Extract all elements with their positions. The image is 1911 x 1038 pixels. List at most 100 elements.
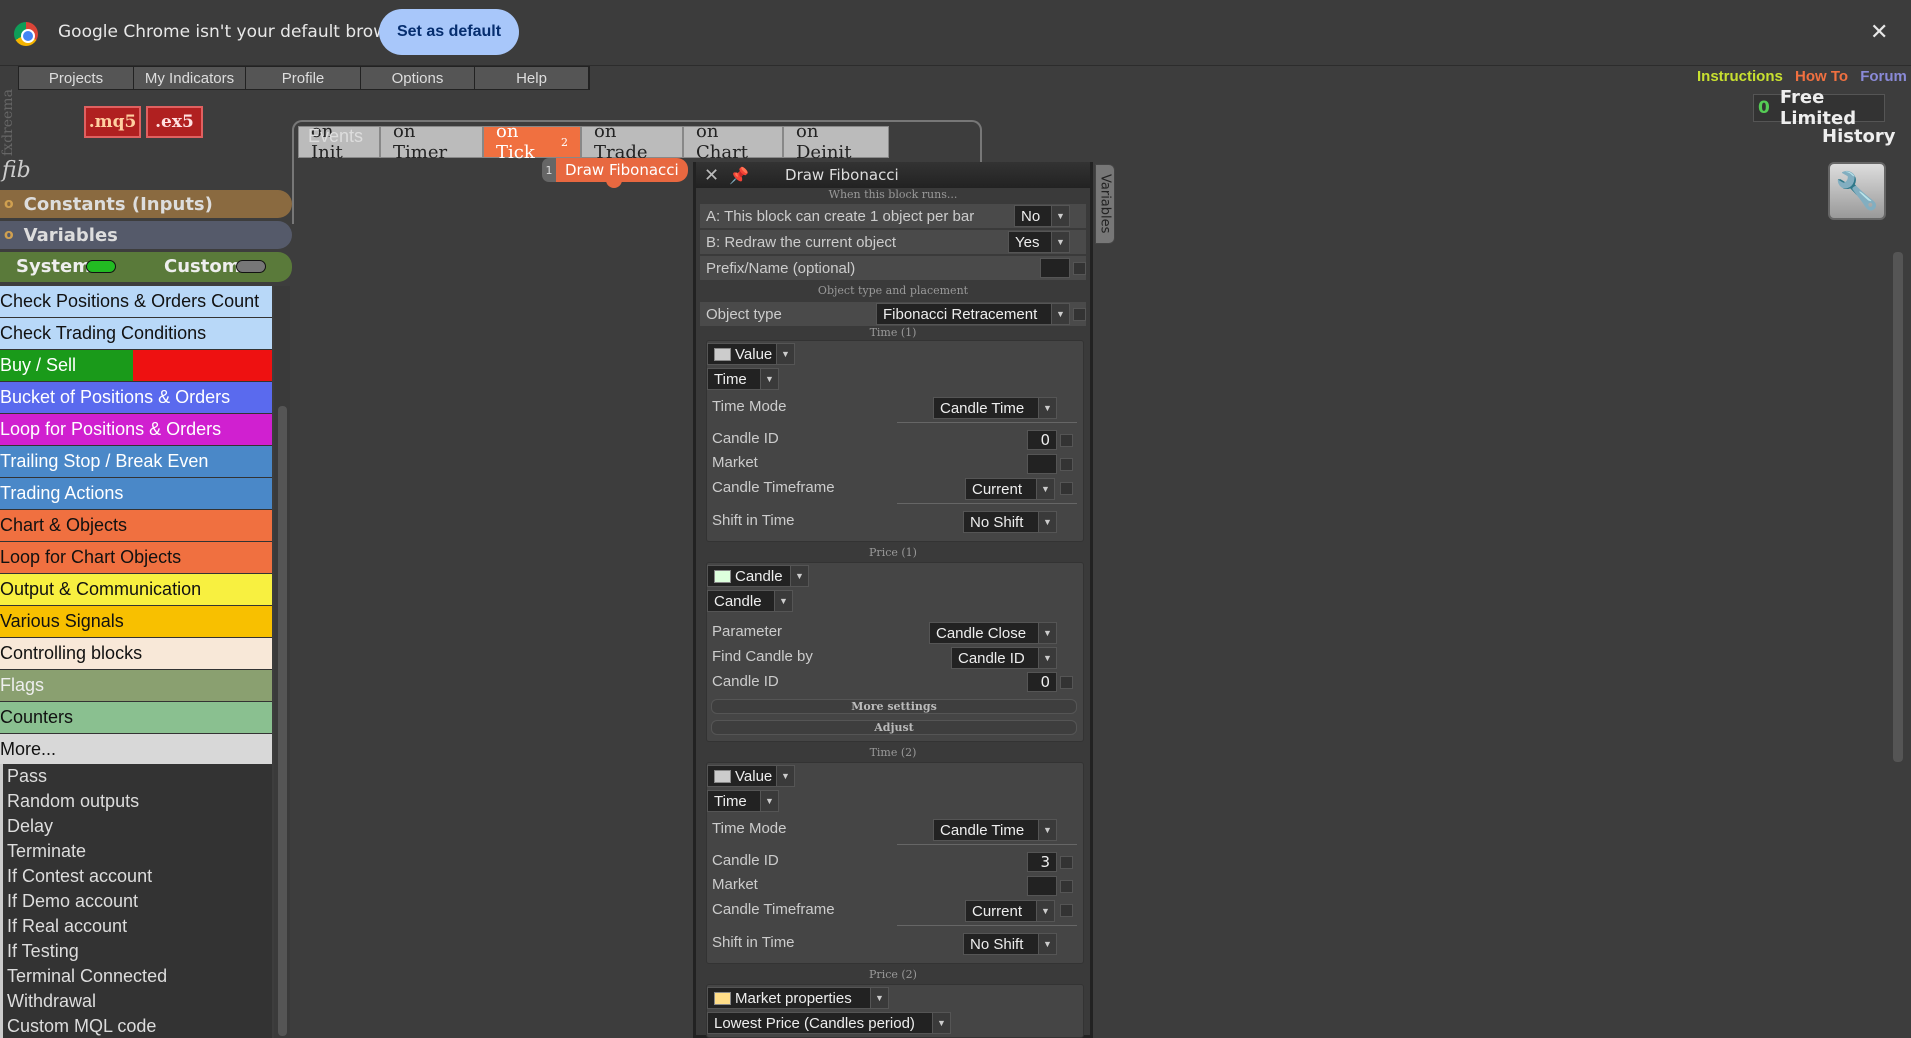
time-1-type-select[interactable]: Time ▼ xyxy=(707,368,779,390)
menu-my-indicators[interactable]: My Indicators xyxy=(134,67,246,89)
list-item[interactable]: If Testing xyxy=(7,939,272,964)
set-default-button[interactable]: Set as default xyxy=(379,9,519,55)
instructions-link[interactable]: Instructions xyxy=(1697,68,1783,85)
list-item[interactable]: If Contest account xyxy=(7,864,272,889)
time-1-market-checkbox[interactable] xyxy=(1060,458,1073,471)
time-2-type-select[interactable]: Time ▼ xyxy=(707,790,779,812)
category-item[interactable]: Controlling blocks xyxy=(0,638,272,670)
pin-icon[interactable]: 📌 xyxy=(729,166,749,185)
search-text[interactable]: fib xyxy=(2,158,31,183)
time-1-cid-checkbox[interactable] xyxy=(1060,434,1073,447)
custom-toggle[interactable] xyxy=(236,260,266,273)
list-item[interactable]: Terminal Connected xyxy=(7,964,272,989)
category-item[interactable]: Various Signals xyxy=(0,606,272,638)
system-custom-toggle: System Custom xyxy=(0,252,292,282)
menu-projects[interactable]: Projects xyxy=(19,67,134,89)
menu-help[interactable]: Help xyxy=(475,67,589,89)
menu-profile[interactable]: Profile xyxy=(246,67,361,89)
list-item[interactable]: If Real account xyxy=(7,914,272,939)
time-2-cid-input[interactable]: 3 xyxy=(1027,852,1057,872)
category-item[interactable]: Output & Communication xyxy=(0,574,272,606)
list-item[interactable]: Delay xyxy=(7,814,272,839)
option-a-select[interactable]: No ▼ xyxy=(1014,205,1070,227)
list-item[interactable]: If Demo account xyxy=(7,889,272,914)
menu-options[interactable]: Options xyxy=(361,67,475,89)
time-2-shift-select[interactable]: No Shift ▼ xyxy=(963,933,1057,955)
category-item[interactable]: Flags xyxy=(0,670,272,702)
wrench-icon[interactable]: 🔧 xyxy=(1828,162,1886,220)
scrollbar-thumb[interactable] xyxy=(1893,252,1903,762)
category-item[interactable]: More... xyxy=(0,734,272,766)
export-ex5-button[interactable]: .ex5 xyxy=(146,106,203,138)
candle-icon xyxy=(714,569,731,583)
variables-tab[interactable]: Variables xyxy=(1095,164,1115,244)
sidebar-scrollbar[interactable] xyxy=(274,286,290,1038)
events-label: Events xyxy=(308,126,364,146)
history-button[interactable]: History xyxy=(1822,126,1896,147)
plan-badge[interactable]: 0 Free Limited xyxy=(1753,87,1885,129)
tab-on-trade[interactable]: on Trade xyxy=(581,121,683,163)
close-icon[interactable]: ✕ xyxy=(1870,20,1888,45)
system-toggle[interactable] xyxy=(86,260,116,273)
price-1-param-select[interactable]: Candle Close ▼ xyxy=(929,622,1057,644)
category-item[interactable]: Buy / Sell xyxy=(0,350,272,382)
time-2-market-input[interactable] xyxy=(1027,876,1057,896)
price-1-cid-input[interactable]: 0 xyxy=(1027,672,1057,692)
close-icon[interactable]: ✕ xyxy=(704,165,719,186)
category-item[interactable]: Loop for Chart Objects xyxy=(0,542,272,574)
list-item[interactable]: Custom MQL code xyxy=(7,1014,272,1038)
time-1-tf-checkbox[interactable] xyxy=(1060,482,1073,495)
block-node[interactable]: 1 Draw Fibonacci xyxy=(542,158,688,188)
tab-on-tick[interactable]: on Tick 2 xyxy=(483,121,581,163)
more-settings-button[interactable]: More settings xyxy=(711,699,1077,714)
list-item[interactable]: Pass xyxy=(7,764,272,789)
category-item[interactable]: Counters xyxy=(0,702,272,734)
list-item[interactable]: Withdrawal xyxy=(7,989,272,1014)
time-1-mode-select[interactable]: Candle Time ▼ xyxy=(933,397,1057,419)
export-mq5-button[interactable]: .mq5 xyxy=(84,106,141,138)
howto-link[interactable]: How To xyxy=(1795,68,1848,85)
option-b-select[interactable]: Yes ▼ xyxy=(1008,231,1070,253)
tab-on-deinit[interactable]: on Deinit xyxy=(783,121,889,163)
category-item[interactable]: Trading Actions xyxy=(0,478,272,510)
list-item[interactable]: Terminate xyxy=(7,839,272,864)
time-2-market-checkbox[interactable] xyxy=(1060,880,1073,893)
time-1-source-select[interactable]: Value ▼ xyxy=(707,343,795,365)
price-1-source-select[interactable]: Candle ▼ xyxy=(707,565,809,587)
price-1-find-select[interactable]: Candle ID ▼ xyxy=(951,647,1057,669)
price-1-cid-checkbox[interactable] xyxy=(1060,676,1073,689)
time-2-cid-checkbox[interactable] xyxy=(1060,856,1073,869)
time-2-source-select[interactable]: Value ▼ xyxy=(707,765,795,787)
time-1-shift-select[interactable]: No Shift ▼ xyxy=(963,511,1057,533)
time-2-shift-value: No Shift xyxy=(970,935,1024,953)
category-item[interactable]: Loop for Positions & Orders xyxy=(0,414,272,446)
time-1-tf-select[interactable]: Current ▼ xyxy=(965,478,1055,500)
variables-header[interactable]: o Variables xyxy=(0,221,292,249)
prefix-checkbox[interactable] xyxy=(1073,262,1086,275)
list-item[interactable]: Random outputs xyxy=(7,789,272,814)
price-2-type-select[interactable]: Lowest Price (Candles period) ▼ xyxy=(707,1012,951,1034)
time-1-source: Value xyxy=(735,345,773,363)
adjust-button[interactable]: Adjust xyxy=(711,720,1077,735)
tab-on-timer[interactable]: on Timer xyxy=(380,121,483,163)
constants-header[interactable]: o Constants (Inputs) xyxy=(0,190,292,218)
canvas-scrollbar[interactable] xyxy=(1888,252,1904,1038)
category-item[interactable]: Check Positions & Orders Count xyxy=(0,286,272,318)
price-2-source-select[interactable]: Market properties ▼ xyxy=(707,987,889,1009)
object-type-select[interactable]: Fibonacci Retracement ▼ xyxy=(876,303,1070,325)
time-2-tf-checkbox[interactable] xyxy=(1060,904,1073,917)
category-item[interactable]: Chart & Objects xyxy=(0,510,272,542)
time-1-cid-input[interactable]: 0 xyxy=(1027,430,1057,450)
scrollbar-thumb[interactable] xyxy=(278,406,287,1036)
price-1-type-select[interactable]: Candle ▼ xyxy=(707,590,793,612)
forum-link[interactable]: Forum xyxy=(1860,68,1907,85)
time-1-market-input[interactable] xyxy=(1027,454,1057,474)
tab-on-chart[interactable]: on Chart xyxy=(683,121,783,163)
category-item[interactable]: Bucket of Positions & Orders xyxy=(0,382,272,414)
category-item[interactable]: Check Trading Conditions xyxy=(0,318,272,350)
time-2-mode-select[interactable]: Candle Time ▼ xyxy=(933,819,1057,841)
time-2-tf-select[interactable]: Current ▼ xyxy=(965,900,1055,922)
category-item[interactable]: Trailing Stop / Break Even xyxy=(0,446,272,478)
object-type-checkbox[interactable] xyxy=(1073,308,1086,321)
prefix-input[interactable] xyxy=(1040,258,1070,278)
